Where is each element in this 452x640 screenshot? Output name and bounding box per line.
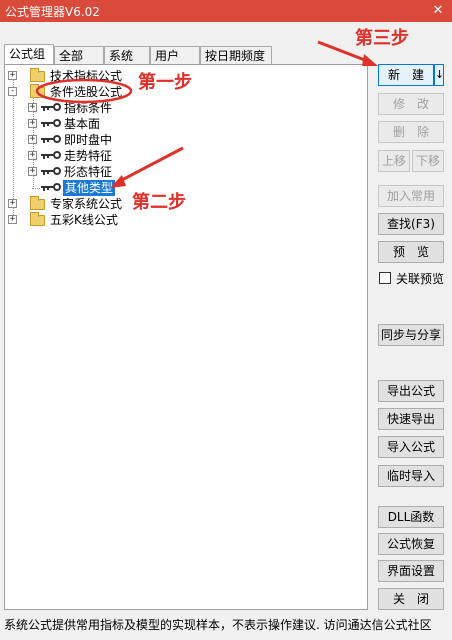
find-button[interactable]: 查找(F3)	[378, 213, 444, 235]
expand-icon[interactable]: +	[28, 135, 37, 144]
tree-node-color-kline[interactable]: + 五彩K线公式	[8, 212, 208, 228]
tab-formula-group[interactable]: 公式组	[4, 44, 54, 66]
preview-button[interactable]: 预 览	[378, 241, 444, 263]
tree-node-intraday[interactable]: + 即时盘中	[28, 132, 178, 148]
tree-guide	[32, 188, 40, 189]
tree-node-pattern-feature[interactable]: + 形态特征	[28, 164, 178, 180]
tab-system[interactable]: 系统	[104, 46, 150, 66]
expand-icon[interactable]: +	[28, 103, 37, 112]
tree-node-indicator-condition[interactable]: + 指标条件	[28, 100, 178, 116]
tree-node-label: 走势特征	[64, 149, 113, 163]
key-icon	[41, 151, 61, 159]
annotation-step3: 第三步	[355, 28, 409, 49]
import-button[interactable]: 导入公式	[378, 436, 444, 458]
key-icon	[41, 119, 61, 127]
quick-export-button[interactable]: 快速导出	[378, 408, 444, 430]
tab-user[interactable]: 用户	[150, 46, 200, 66]
tree-node-fundamental[interactable]: + 基本面	[28, 116, 178, 132]
add-common-button[interactable]: 加入常用	[378, 185, 444, 207]
move-up-button[interactable]: 上移	[378, 150, 410, 172]
expand-icon[interactable]: +	[28, 167, 37, 176]
collapse-icon[interactable]: -	[8, 87, 17, 96]
annotation-step1: 第一步	[138, 72, 192, 93]
title-bar: 公式管理器V6.02 ✕	[0, 0, 452, 22]
close-icon[interactable]: ✕	[424, 0, 452, 22]
tree-node-trend-feature[interactable]: + 走势特征	[28, 148, 178, 164]
tab-label: 系统	[109, 49, 134, 63]
expand-icon[interactable]: +	[28, 151, 37, 160]
tab-label: 公式组	[9, 47, 46, 61]
key-icon	[41, 167, 61, 175]
new-dropdown-button[interactable]: ↓	[434, 64, 444, 86]
tree-node-label: 专家系统公式	[50, 197, 123, 211]
move-down-button[interactable]: 下移	[412, 150, 444, 172]
key-icon	[41, 135, 61, 143]
tree-node-label: 条件选股公式	[50, 85, 123, 99]
edit-button[interactable]: 修 改	[378, 93, 444, 115]
tree-node-label: 形态特征	[64, 165, 113, 179]
linked-preview-label: 关联预览	[396, 272, 445, 286]
folder-icon	[30, 212, 45, 226]
folder-open-icon	[30, 84, 45, 98]
tree-node-label: 五彩K线公式	[50, 213, 118, 227]
tab-by-date[interactable]: 按日期频度	[200, 46, 272, 66]
tab-all[interactable]: 全部	[54, 46, 104, 66]
tab-label: 用户	[155, 49, 180, 63]
close-button[interactable]: 关 闭	[378, 588, 444, 610]
new-button[interactable]: 新 建	[378, 64, 434, 86]
expand-icon[interactable]: +	[28, 119, 37, 128]
sync-share-button[interactable]: 同步与分享	[378, 324, 444, 346]
ui-settings-button[interactable]: 界面设置	[378, 560, 444, 582]
window-title: 公式管理器V6.02	[5, 5, 100, 19]
tree-node-label-selected: 其他类型	[63, 180, 116, 196]
tab-label: 按日期频度	[205, 49, 266, 63]
expand-icon[interactable]: +	[8, 215, 17, 224]
annotation-step2: 第二步	[132, 192, 186, 213]
expand-icon[interactable]: +	[8, 71, 17, 80]
key-icon	[41, 183, 61, 191]
formula-tree[interactable]: + 技术指标公式 - 条件选股公式 + 指标条件 + 基本面 + 即时盘中 + …	[4, 64, 368, 610]
tree-node-label: 指标条件	[64, 101, 113, 115]
folder-icon	[30, 68, 45, 82]
tree-node-label: 基本面	[64, 117, 101, 131]
linked-preview-checkbox[interactable]	[379, 272, 391, 284]
export-button[interactable]: 导出公式	[378, 380, 444, 402]
dll-function-button[interactable]: DLL函数	[378, 506, 444, 528]
status-bar: 系统公式提供常用指标及模型的实现样本，不表示操作建议. 访问通达信公式社区	[4, 618, 432, 632]
folder-icon	[30, 196, 45, 210]
key-icon	[41, 103, 61, 111]
delete-button[interactable]: 删 除	[378, 121, 444, 143]
tree-node-label: 技术指标公式	[50, 69, 123, 83]
restore-button[interactable]: 公式恢复	[378, 533, 444, 555]
temp-import-button[interactable]: 临时导入	[378, 465, 444, 487]
tree-node-label: 即时盘中	[64, 133, 113, 147]
expand-icon[interactable]: +	[8, 199, 17, 208]
tab-label: 全部	[59, 49, 84, 63]
